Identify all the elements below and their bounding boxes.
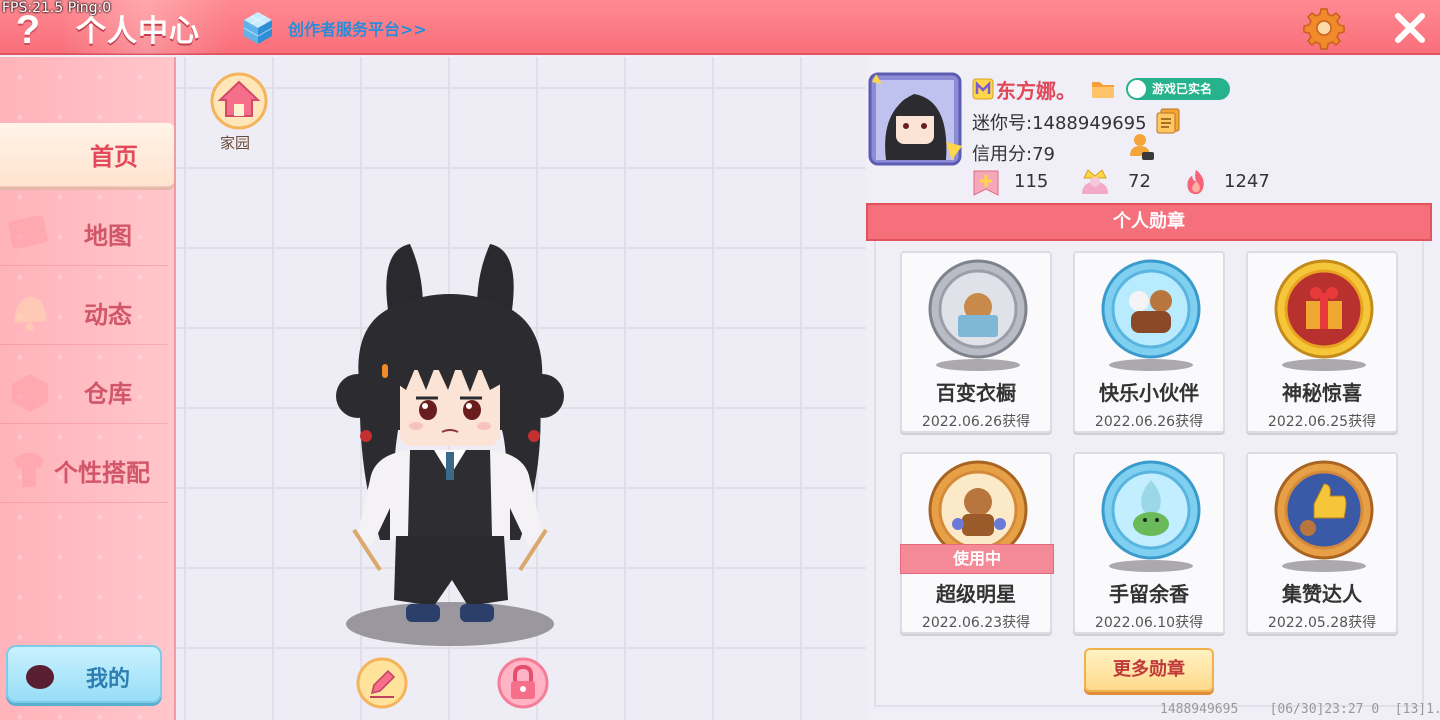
fps-readout: FPS:21.5 Ping:0 — [2, 0, 112, 16]
badge-card[interactable]: 神秘惊喜 2022.06.25获得 — [1246, 251, 1398, 433]
home-label: 家园 — [220, 134, 251, 152]
mini-number: 迷你号:1488949695 — [972, 113, 1147, 134]
badge-card[interactable]: 集赞达人 2022.05.28获得 — [1246, 452, 1398, 634]
sidebar-item-label: 地图 — [84, 222, 132, 250]
add-friend-icon[interactable] — [1128, 132, 1156, 162]
sidebar-item-outfit[interactable]: 个性搭配 — [0, 439, 168, 503]
badge-date: 2022.06.25获得 — [1267, 414, 1377, 430]
badge-wardrobe-icon — [928, 259, 1028, 359]
badge-name: 超级明星 — [936, 582, 1016, 606]
player-avatar-model[interactable] — [330, 240, 570, 650]
sidebar-item-feed[interactable]: 动态 — [0, 281, 168, 345]
badge-name: 快乐小伙伴 — [1099, 381, 1199, 405]
stat-likes: 115 — [1014, 171, 1049, 192]
badge-fragrance-icon — [1101, 460, 1201, 560]
box-deco-icon — [12, 374, 48, 412]
badge-card[interactable]: 手留余香 2022.06.10获得 — [1073, 452, 1225, 634]
sidebar-item-label: 首页 — [90, 143, 138, 171]
person-check-icon — [1128, 80, 1146, 98]
badge-date: 2022.06.10获得 — [1094, 615, 1204, 631]
badge-gift-icon — [1274, 259, 1374, 359]
close-icon[interactable] — [1390, 8, 1430, 48]
badge-date: 2022.05.28获得 — [1267, 615, 1377, 631]
more-badges-button[interactable]: 更多勋章 — [1084, 648, 1214, 692]
lock-icon[interactable] — [497, 657, 549, 709]
top-bar: ? 个人中心 创作者服务平台>> — [0, 0, 1440, 55]
gear-icon[interactable] — [1302, 6, 1346, 50]
badge-name: 百变衣橱 — [936, 381, 1016, 405]
badge-name: 集赞达人 — [1282, 582, 1362, 606]
map-deco-icon — [8, 215, 48, 249]
badges-header: 个人勋章 — [866, 203, 1432, 241]
sidebar-item-label: 动态 — [84, 301, 132, 329]
badge-name: 手留余香 — [1109, 582, 1189, 606]
badge-likes-icon — [1274, 460, 1374, 560]
footer-info: 1488949695 [06/30]23:27 0 [13]1.14.3 — [1160, 702, 1440, 717]
stat-popularity: 1247 — [1224, 171, 1270, 192]
badge-date: 2022.06.26获得 — [1094, 414, 1204, 430]
badge-card[interactable]: 百变衣橱 2022.06.26获得 — [900, 251, 1052, 433]
flame-icon[interactable] — [1182, 168, 1210, 196]
badge-card[interactable]: 使用中 超级明星 2022.06.23获得 — [900, 452, 1054, 634]
sidebar-item-warehouse[interactable]: 仓库 — [0, 360, 168, 424]
outfit-deco-icon — [14, 453, 44, 487]
bell-deco-icon — [14, 297, 46, 331]
home-icon[interactable] — [210, 72, 268, 130]
badge-name: 神秘惊喜 — [1282, 381, 1362, 405]
credit-score: 信用分:79 — [972, 144, 1055, 165]
badge-card[interactable]: 快乐小伙伴 2022.06.26获得 — [1073, 251, 1225, 433]
stat-fans: 72 — [1128, 171, 1151, 192]
sidebar-item-label: 仓库 — [84, 380, 132, 408]
sidebar-item-home[interactable]: 首页 — [0, 123, 174, 187]
sidebar: 首页 地图 动态 仓库 个性搭配 — [0, 57, 176, 720]
badge-date: 2022.06.26获得 — [921, 414, 1031, 430]
nickname: 东方娜。 — [996, 79, 1076, 103]
sidebar-item-label: 个性搭配 — [54, 459, 150, 487]
badge-friends-icon — [1101, 259, 1201, 359]
my-button[interactable]: 我的 — [6, 645, 162, 703]
profile-avatar[interactable] — [866, 70, 964, 168]
plus-badge-icon[interactable] — [972, 169, 1000, 197]
my-avatar — [26, 665, 54, 689]
vip-m-icon — [972, 78, 994, 100]
pencil-icon[interactable] — [356, 657, 408, 709]
badge-date: 2022.06.23获得 — [921, 615, 1031, 631]
creator-cube-icon[interactable] — [242, 10, 274, 46]
my-label: 我的 — [86, 667, 131, 692]
folder-icon[interactable] — [1090, 78, 1116, 100]
crown-person-icon[interactable] — [1078, 168, 1112, 196]
copy-icon[interactable] — [1155, 107, 1181, 135]
sidebar-item-map[interactable]: 地图 — [0, 202, 168, 266]
creator-platform-link[interactable]: 创作者服务平台>> — [288, 16, 427, 40]
in-use-label: 使用中 — [900, 544, 1054, 574]
realname-badge: 游戏已实名 — [1126, 78, 1230, 100]
